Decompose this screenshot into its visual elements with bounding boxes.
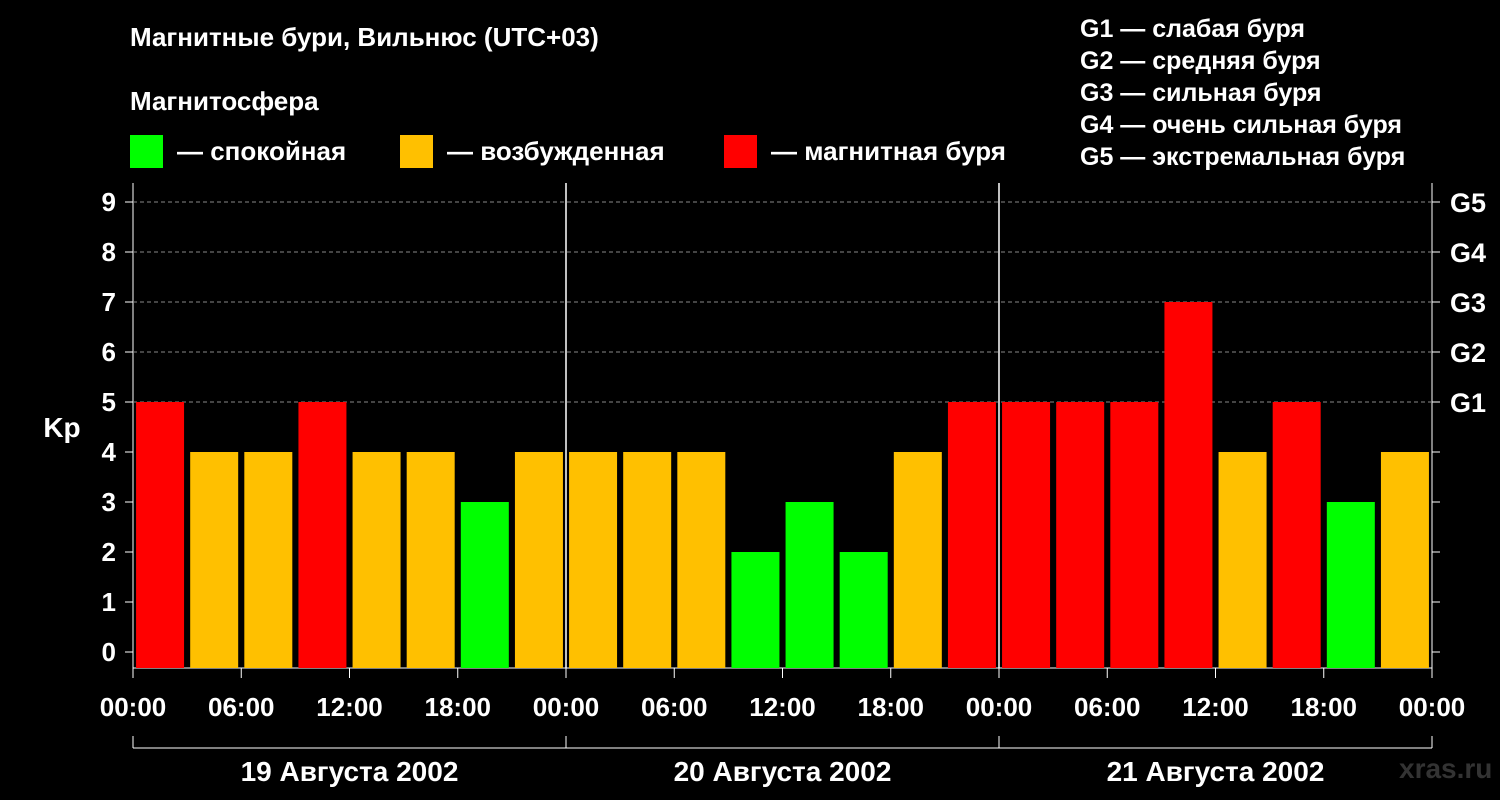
g-level-label: G5 [1450,188,1486,218]
kp-bar [244,452,293,668]
y-axis-label: Kp [43,412,80,443]
y-tick-label: 8 [102,237,116,267]
y-tick-label: 0 [102,637,116,667]
kp-bar [298,402,347,668]
x-tick-label: 12:00 [1182,692,1249,722]
kp-bar [1326,502,1375,668]
x-tick-label: 12:00 [316,692,383,722]
kp-bar [1164,302,1213,668]
watermark: xras.ru [1399,753,1493,784]
x-tick-label: 00:00 [1399,692,1466,722]
x-tick-label: 12:00 [749,692,816,722]
y-tick-label: 4 [102,437,117,467]
kp-bar [406,452,455,668]
kp-bar [514,452,563,668]
y-tick-label: 2 [102,537,116,567]
x-tick-label: 00:00 [533,692,600,722]
y-tick-label: 1 [102,587,116,617]
x-tick-label: 18:00 [425,692,492,722]
y-tick-label: 9 [102,187,116,217]
kp-bar [1110,402,1159,668]
x-tick-label: 06:00 [208,692,275,722]
x-tick-label: 00:00 [100,692,167,722]
kp-bar [947,402,996,668]
x-tick-label: 06:00 [1074,692,1141,722]
kp-bar [1002,402,1051,668]
x-tick-label: 18:00 [858,692,925,722]
y-tick-label: 6 [102,337,116,367]
g-level-label: G1 [1450,388,1486,418]
kp-bar [731,552,780,668]
day-label: 19 Августа 2002 [241,756,459,787]
kp-bar [190,452,239,668]
day-label: 20 Августа 2002 [674,756,892,787]
kp-bar [1380,452,1429,668]
kp-bar [1218,452,1267,668]
kp-bar [677,452,726,668]
day-label: 21 Августа 2002 [1107,756,1325,787]
x-tick-label: 06:00 [641,692,708,722]
kp-bar [1056,402,1105,668]
kp-bar [623,452,672,668]
x-tick-label: 00:00 [966,692,1033,722]
g-level-label: G4 [1450,238,1486,268]
x-tick-label: 18:00 [1291,692,1358,722]
kp-bar [569,452,618,668]
kp-bar [785,502,834,668]
y-tick-label: 7 [102,287,116,317]
g-level-label: G2 [1450,338,1486,368]
kp-bar [893,452,942,668]
kp-bar [352,452,401,668]
kp-bar [460,502,509,668]
y-tick-label: 5 [102,387,116,417]
kp-bar [839,552,888,668]
kp-bar [136,402,185,668]
kp-bar [1272,402,1321,668]
y-tick-label: 3 [102,487,116,517]
kp-bar-chart: 0 1 2 3 4 5 6 7 8 9 Kp G1 G2 G3 G4 G5 00:00 06:00 12:00 18:… [43,183,1486,787]
g-level-label: G3 [1450,288,1486,318]
